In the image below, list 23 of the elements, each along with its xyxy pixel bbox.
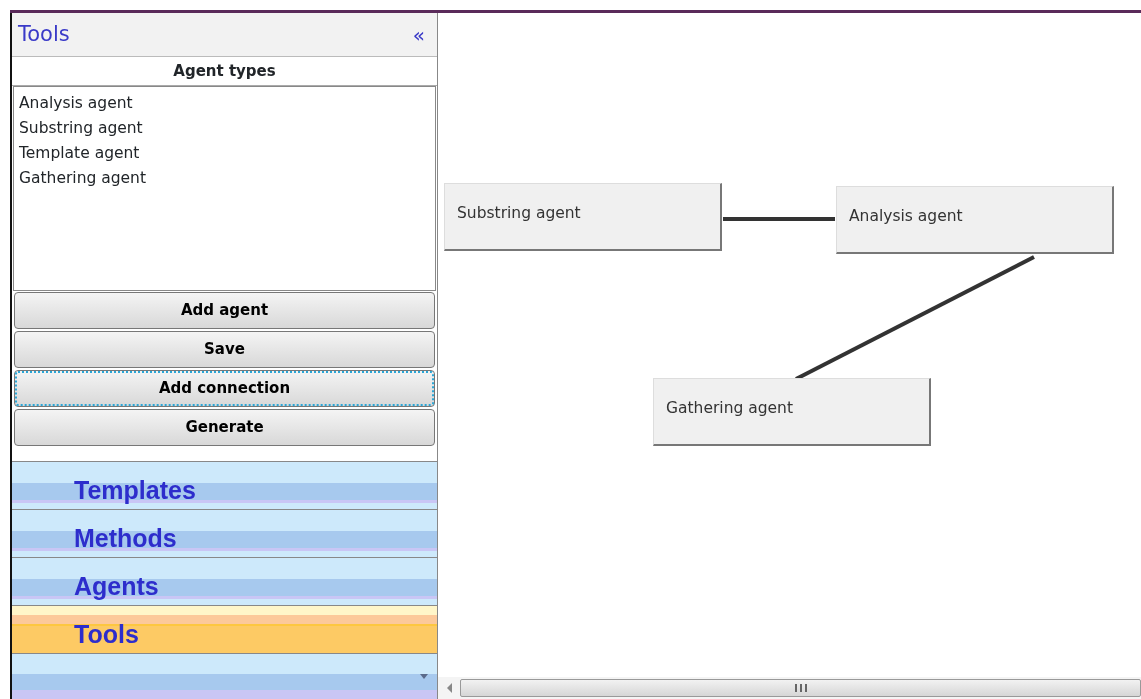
navigation-tab[interactable]: Tools bbox=[12, 605, 437, 653]
navigation-tab[interactable]: Methods bbox=[12, 509, 437, 557]
agent-type-item[interactable]: Template agent bbox=[19, 141, 140, 166]
agent-node[interactable]: Substring agent bbox=[444, 183, 722, 251]
list-heading: Agent types bbox=[12, 57, 437, 86]
collapse-button[interactable]: « bbox=[412, 19, 425, 50]
tool-button[interactable]: Save bbox=[14, 331, 435, 368]
tool-button[interactable]: Add connection bbox=[14, 370, 435, 407]
agent-node[interactable]: Gathering agent bbox=[653, 378, 931, 446]
agent-type-item[interactable]: Analysis agent bbox=[19, 91, 133, 116]
scroll-thumb[interactable] bbox=[460, 679, 1141, 697]
dropdown-icon[interactable] bbox=[419, 673, 429, 680]
tool-button[interactable]: Add agent bbox=[14, 292, 435, 329]
navigation-tab[interactable]: Agents bbox=[12, 557, 437, 605]
navigation-tab[interactable]: Templates bbox=[12, 461, 437, 509]
scroll-left-icon[interactable] bbox=[446, 683, 454, 693]
agent-type-item[interactable]: Substring agent bbox=[19, 116, 143, 141]
panel-title: Tools bbox=[18, 20, 70, 48]
horizontal-scrollbar[interactable] bbox=[438, 677, 1141, 699]
agent-type-item[interactable]: Gathering agent bbox=[19, 166, 146, 191]
agent-node[interactable]: Analysis agent bbox=[836, 186, 1114, 254]
grip-icon bbox=[793, 683, 808, 693]
tool-button[interactable]: Generate bbox=[14, 409, 435, 446]
